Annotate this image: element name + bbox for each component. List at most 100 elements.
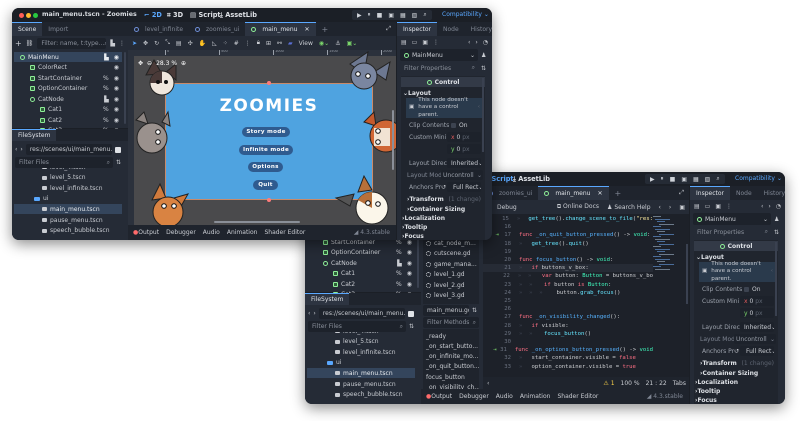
back-icon[interactable]: ‹ (15, 146, 17, 153)
visibility-eye-icon[interactable]: ◉ (114, 96, 119, 103)
custom-min-y-input[interactable]: y 0 px (740, 308, 774, 318)
close-window-button[interactable] (19, 13, 24, 18)
object-history-icon[interactable]: ◔ (776, 203, 781, 210)
unique-name-badge[interactable]: % (103, 117, 109, 124)
anchor-handle-top[interactable] (267, 81, 271, 85)
menu-button-options[interactable]: Options (248, 162, 283, 172)
code-line[interactable]: ⇥ 17 func _on_quit_button_pressed() -> voi… (483, 231, 653, 239)
code-line[interactable]: 21 » if buttons_v_box: (483, 264, 653, 273)
select-tool-icon[interactable]: ➤ (132, 40, 137, 47)
toggle-scripts-panel-icon[interactable]: ‹ (487, 380, 489, 387)
script-list-item[interactable]: level_1.gd (423, 270, 479, 280)
custom-min-x-input[interactable]: x 0 px (740, 296, 774, 306)
code-line[interactable]: 30 (483, 338, 653, 346)
workspace-2d[interactable]: ⌐ 2D (144, 11, 162, 19)
filter-files-input[interactable]: Filter Files ⌕ (308, 321, 406, 332)
node-docs-icon[interactable]: ♟ (774, 216, 779, 223)
smart-snap-icon[interactable]: ⁘ (223, 40, 228, 47)
bottom-tab-animation[interactable]: Animation (520, 393, 551, 400)
object-history-icon[interactable]: ◔ (483, 39, 488, 46)
cat-bottom-right[interactable] (334, 174, 389, 225)
filter-files-input[interactable]: Filter Files ⌕ (15, 157, 113, 168)
search-help-button[interactable]: ♟ Search Help (607, 204, 651, 211)
search-icon[interactable]: ⌕ (423, 11, 426, 19)
visibility-eye-icon[interactable]: ◉ (407, 249, 412, 256)
scene-tree-item[interactable]: CatNode ▙ ◉ (307, 258, 415, 268)
workspace-script[interactable]: ▤ Script (190, 11, 221, 19)
sort-icon[interactable]: ⇅ (481, 65, 486, 72)
group-focus[interactable]: › Focus (695, 395, 778, 404)
code-line[interactable]: 32 » start_container.visible = false (483, 354, 653, 362)
code-line[interactable]: 24 » » » button.grab_focus() (483, 289, 653, 297)
filter-methods-input[interactable]: Filter Methods ⌕ (423, 317, 479, 328)
run-current-icon[interactable]: ▧ (412, 12, 418, 19)
method-item[interactable]: _on_quit_button... (423, 362, 479, 372)
file-item[interactable]: main_menu.tscn (307, 368, 415, 379)
minimize-window-button[interactable] (26, 13, 31, 18)
float-window-icon[interactable]: ▣ (679, 204, 685, 211)
signal-connected-icon[interactable]: ⇥ (483, 347, 496, 353)
filter-properties-input[interactable]: Filter Properties ⌕ (400, 62, 478, 74)
code-line[interactable]: 26 (483, 305, 653, 313)
move-tool-icon[interactable]: ✥ (143, 40, 148, 47)
anchors-preset-select[interactable]: Full Rect ⌄ (447, 182, 481, 192)
node-selector[interactable]: MainMenu ⌄ (693, 213, 771, 225)
visibility-eye-icon[interactable]: ◉ (114, 75, 119, 82)
online-docs-button[interactable]: ⧉ Online Docs (557, 203, 599, 211)
file-item[interactable]: level_infinite.tscn (307, 347, 415, 357)
camera-override-icon[interactable]: ▰ (288, 40, 293, 47)
method-item[interactable]: _on_infinite_mo... (423, 352, 479, 362)
visibility-eye-icon[interactable]: ◉ (114, 117, 119, 124)
unique-name-badge[interactable]: % (103, 75, 109, 82)
renderer-select[interactable]: Compatibility ⌄ (442, 11, 489, 18)
file-item[interactable]: pause_menu.tscn (14, 215, 122, 225)
method-item[interactable]: _ready (423, 331, 479, 341)
code-line[interactable]: 20 func focus_button() -> void: (483, 256, 653, 264)
custom-min-x-input[interactable]: x 0 px (447, 132, 481, 142)
method-item[interactable]: focus_button (423, 372, 479, 382)
visibility-eye-icon[interactable]: ◉ (407, 270, 412, 277)
viewport-v-scrollbar[interactable] (392, 110, 394, 170)
code-line[interactable]: 15 » get_tree().change_scene_to_file("res… (483, 215, 653, 223)
next-script-icon[interactable]: › (669, 204, 671, 211)
container-sizing-icon[interactable]: ▣⌄ (347, 40, 358, 47)
cat-bottom-left[interactable] (151, 182, 190, 225)
menu-button-story-mode[interactable]: Story mode (242, 127, 290, 137)
visibility-eye-icon[interactable]: ◉ (114, 85, 119, 92)
sort-icon[interactable]: ⇅ (774, 229, 779, 236)
code-line[interactable]: 19 (483, 248, 653, 256)
script-list-item[interactable]: game_mana... (423, 259, 479, 269)
file-item[interactable]: pause_menu.tscn (307, 379, 415, 389)
custom-min-y-input[interactable]: y 0 px (447, 144, 481, 154)
snap-options-icon[interactable]: ⋮ (245, 40, 251, 47)
code-line[interactable]: 16 (483, 223, 653, 231)
method-item[interactable]: _on_visibility_ch... (423, 383, 479, 389)
code-line[interactable]: 25 (483, 297, 653, 305)
inspector-scrollbar[interactable] (482, 78, 484, 152)
cat-left-middle[interactable] (135, 110, 171, 154)
file-item[interactable]: level_4.tscn (14, 168, 122, 172)
list-select-icon[interactable]: ▤ (176, 40, 182, 47)
scene-tree-scrollbar[interactable] (124, 52, 126, 124)
unique-name-badge[interactable]: % (103, 85, 109, 92)
history-forward-icon[interactable]: › (768, 203, 770, 210)
file-item[interactable]: ui (14, 194, 122, 204)
tab-node[interactable]: Node (437, 22, 465, 36)
method-item[interactable]: _on_start_butto... (423, 341, 479, 351)
code-line[interactable]: ⇥ 31 func _on_options_button_pressed() -> … (483, 346, 653, 354)
inspector-scrollbar[interactable] (775, 242, 777, 316)
scene-filter-input[interactable]: Filter: name, t:type...⌕ (37, 38, 107, 49)
run-current-icon[interactable]: ▧ (705, 176, 711, 183)
pause-icon[interactable]: ⏸ (368, 11, 371, 19)
visibility-eye-icon[interactable]: ◉ (114, 54, 119, 61)
play-icon[interactable]: ▶ (357, 12, 362, 19)
collapse-icon[interactable]: ‹ (771, 268, 773, 276)
history-forward-icon[interactable]: › (475, 39, 477, 46)
warning-count[interactable]: ⚠ 1 (603, 380, 614, 387)
file-item[interactable]: level_5.tscn (307, 337, 415, 347)
more-icon[interactable]: ⋮ (119, 40, 125, 47)
movie-icon[interactable]: ▦ (400, 12, 406, 19)
clip-contents-checkbox[interactable] (451, 122, 456, 128)
more-icon[interactable]: ⋮ (433, 39, 439, 46)
view-menu[interactable]: View (299, 40, 313, 47)
